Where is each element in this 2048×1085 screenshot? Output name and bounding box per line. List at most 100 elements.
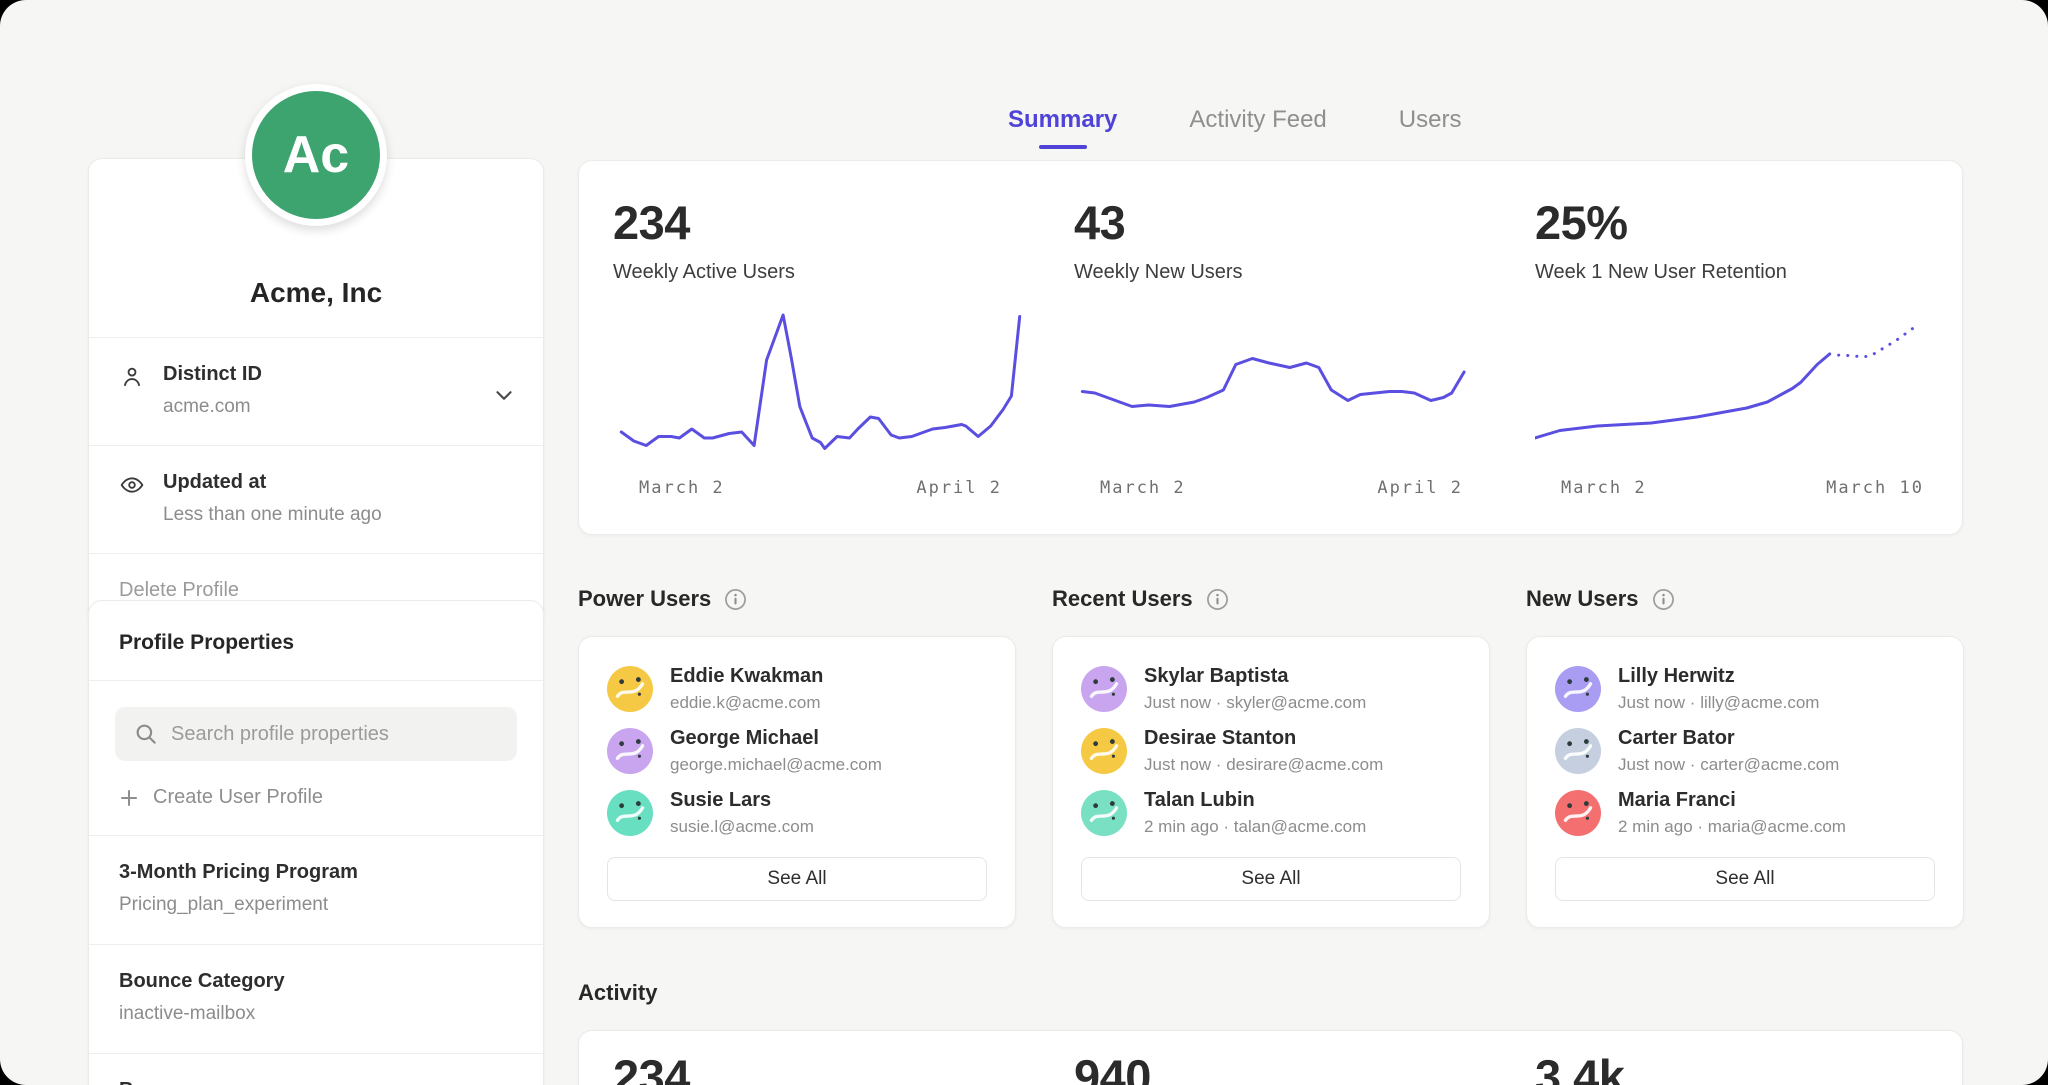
- distinct-id-row[interactable]: Distinct ID acme.com: [89, 338, 543, 445]
- see-all-button[interactable]: See All: [1555, 857, 1935, 901]
- axis-label-end: April 2: [916, 478, 1002, 498]
- tab-activity-feed[interactable]: Activity Feed: [1189, 106, 1326, 149]
- divider: [89, 680, 543, 681]
- user-avatar: [607, 728, 653, 774]
- tab-users[interactable]: Users: [1399, 106, 1462, 149]
- user-meta: 2 min ago · talan@acme.com: [1144, 817, 1366, 837]
- stat-column: 43 Weekly New Users March 2 April 2: [1040, 161, 1501, 534]
- property-value: Pricing_plan_experiment: [119, 894, 513, 916]
- recent-users-header: Recent Users: [1052, 586, 1490, 612]
- user-name: Maria Franci: [1618, 789, 1846, 812]
- user-list-item[interactable]: Skylar Baptista Just now · skyler@acme.c…: [1081, 665, 1461, 713]
- power-users-header: Power Users: [578, 586, 1016, 612]
- user-avatar: [1081, 728, 1127, 774]
- profile-tabs: Summary Activity Feed Users: [1008, 106, 1461, 149]
- tab-summary[interactable]: Summary: [1008, 106, 1117, 149]
- activity-stat-value: 234: [613, 1049, 1040, 1085]
- user-list-item[interactable]: George Michael george.michael@acme.com: [607, 727, 987, 775]
- user-list: Lilly Herwitz Just now · lilly@acme.com …: [1555, 665, 1935, 837]
- new-users-header: New Users: [1526, 586, 1964, 612]
- stat-chart: [613, 312, 1028, 462]
- user-meta: Just now · skyler@acme.com: [1144, 693, 1366, 713]
- info-icon[interactable]: [724, 588, 747, 611]
- user-name: Desirae Stanton: [1144, 727, 1383, 750]
- user-name: Eddie Kwakman: [670, 665, 823, 688]
- user-name: George Michael: [670, 727, 882, 750]
- updated-at-label: Updated at: [163, 471, 513, 494]
- user-list-item[interactable]: Carter Bator Just now · carter@acme.com: [1555, 727, 1935, 775]
- stat-column: 25% Week 1 New User Retention March 2 Ma…: [1501, 161, 1962, 534]
- info-icon[interactable]: [1652, 588, 1675, 611]
- user-list: Eddie Kwakman eddie.k@acme.com George Mi…: [607, 665, 987, 837]
- chart-axis: March 2 April 2: [613, 478, 1028, 498]
- user-avatar: [1555, 728, 1601, 774]
- org-avatar: Ac: [245, 84, 387, 226]
- stat-label: Week 1 New User Retention: [1535, 261, 1962, 284]
- section-title: New Users: [1526, 586, 1639, 612]
- updated-at-row: Updated at Less than one minute ago: [89, 446, 543, 553]
- user-meta: susie.l@acme.com: [670, 817, 814, 837]
- section-title: Recent Users: [1052, 586, 1193, 612]
- recent-users-card: Skylar Baptista Just now · skyler@acme.c…: [1052, 636, 1490, 928]
- org-avatar-initials: Ac: [283, 125, 349, 185]
- profile-properties-card: Profile Properties Create User Profile 3…: [88, 600, 544, 1085]
- search-icon: [133, 721, 159, 747]
- axis-label-end: March 10: [1826, 478, 1924, 498]
- person-icon: [119, 364, 145, 395]
- user-avatar: [607, 790, 653, 836]
- activity-stat-column: 940: [1040, 1031, 1501, 1085]
- section-title: Power Users: [578, 586, 711, 612]
- stat-value: 234: [613, 195, 1040, 250]
- user-name: Lilly Herwitz: [1618, 665, 1819, 688]
- new-users-section: New Users Lilly Herwitz Just now · lilly…: [1526, 586, 1964, 928]
- user-list-item[interactable]: Maria Franci 2 min ago · maria@acme.com: [1555, 789, 1935, 837]
- stat-chart: [1074, 312, 1489, 462]
- user-list-item[interactable]: Desirae Stanton Just now · desirare@acme…: [1081, 727, 1461, 775]
- axis-label-start: March 2: [639, 478, 725, 498]
- stat-value: 43: [1074, 195, 1501, 250]
- user-list-item[interactable]: Talan Lubin 2 min ago · talan@acme.com: [1081, 789, 1461, 837]
- search-input[interactable]: [115, 707, 517, 761]
- power-users-section: Power Users Eddie Kwakman eddie.k@acme.c…: [578, 586, 1016, 928]
- user-name: Carter Bator: [1618, 727, 1839, 750]
- user-name: Talan Lubin: [1144, 789, 1366, 812]
- stat-chart: [1535, 312, 1950, 462]
- user-avatar: [1555, 790, 1601, 836]
- profile-properties-title: Profile Properties: [89, 601, 543, 680]
- user-meta: Just now · desirare@acme.com: [1144, 755, 1383, 775]
- eye-icon: [119, 472, 145, 503]
- profile-property-row[interactable]: 3-Month Pricing Program Pricing_plan_exp…: [89, 835, 543, 944]
- create-user-profile-button[interactable]: Create User Profile: [89, 761, 543, 835]
- plus-icon: [119, 788, 139, 808]
- user-list-item[interactable]: Susie Lars susie.l@acme.com: [607, 789, 987, 837]
- profile-property-row[interactable]: Browser Chrome: [89, 1053, 543, 1085]
- profile-card: Acme, Inc Distinct ID acme.com Updated a…: [88, 158, 544, 628]
- chart-axis: March 2 March 10: [1535, 478, 1950, 498]
- info-icon[interactable]: [1206, 588, 1229, 611]
- chevron-down-icon[interactable]: [491, 382, 517, 413]
- active-tab-underline: [1039, 145, 1087, 149]
- stat-value: 25%: [1535, 195, 1962, 250]
- new-users-card: Lilly Herwitz Just now · lilly@acme.com …: [1526, 636, 1964, 928]
- activity-stat-value: 3.4k: [1535, 1049, 1962, 1085]
- user-meta: 2 min ago · maria@acme.com: [1618, 817, 1846, 837]
- property-value: inactive-mailbox: [119, 1003, 513, 1025]
- distinct-id-value: acme.com: [163, 396, 513, 418]
- user-avatar: [1555, 666, 1601, 712]
- property-name: Bounce Category: [119, 970, 513, 993]
- see-all-button[interactable]: See All: [1081, 857, 1461, 901]
- user-list-item[interactable]: Lilly Herwitz Just now · lilly@acme.com: [1555, 665, 1935, 713]
- axis-label-start: March 2: [1561, 478, 1647, 498]
- tab-label: Summary: [1008, 106, 1117, 133]
- user-meta: george.michael@acme.com: [670, 755, 882, 775]
- user-list: Skylar Baptista Just now · skyler@acme.c…: [1081, 665, 1461, 837]
- tab-label: Activity Feed: [1189, 106, 1326, 133]
- chart-axis: March 2 April 2: [1074, 478, 1489, 498]
- activity-stat-value: 940: [1074, 1049, 1501, 1085]
- activity-stat-column: 3.4k: [1501, 1031, 1962, 1085]
- see-all-button[interactable]: See All: [607, 857, 987, 901]
- user-meta: Just now · carter@acme.com: [1618, 755, 1839, 775]
- profile-property-row[interactable]: Bounce Category inactive-mailbox: [89, 944, 543, 1053]
- user-list-item[interactable]: Eddie Kwakman eddie.k@acme.com: [607, 665, 987, 713]
- profile-properties-search: [115, 707, 517, 761]
